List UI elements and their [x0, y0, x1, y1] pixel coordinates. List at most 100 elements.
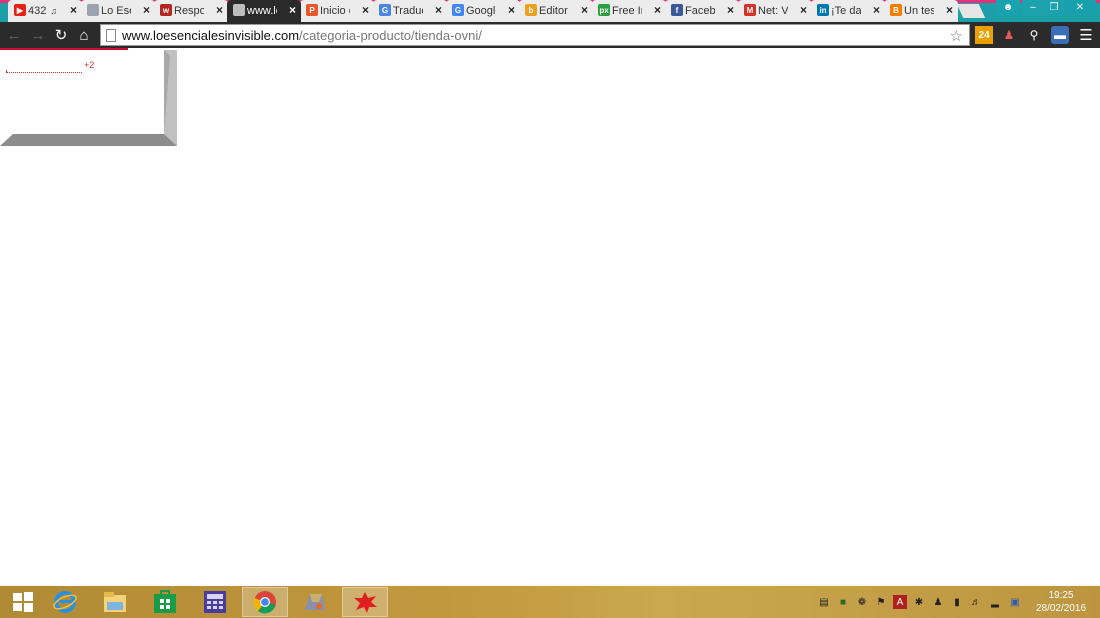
bookmark-star-icon[interactable]: ☆: [950, 27, 963, 45]
file-explorer-icon[interactable]: [92, 587, 138, 617]
close-window-button[interactable]: ✕: [1064, 0, 1096, 15]
tray-adobe-icon[interactable]: A: [893, 595, 907, 609]
tray-windows-icon[interactable]: ▤: [817, 595, 831, 609]
url-path: /categoria-producto/tienda-ovni/: [299, 27, 482, 43]
tab-9[interactable]: pxFree In ×: [592, 0, 666, 22]
close-tab-icon[interactable]: ×: [143, 3, 150, 17]
tray-user-icon[interactable]: ♟: [931, 595, 945, 609]
close-tab-icon[interactable]: ×: [800, 3, 807, 17]
tab-12[interactable]: in¡Te dar ×: [811, 0, 885, 22]
w-icon: w: [160, 4, 172, 16]
store-icon[interactable]: [142, 587, 188, 617]
blogger-icon: B: [890, 4, 902, 16]
reload-button[interactable]: ↻: [51, 26, 71, 44]
facebook-icon: f: [671, 4, 683, 16]
home-button[interactable]: ⌂: [74, 26, 94, 44]
maximize-button[interactable]: ❐: [1044, 0, 1064, 15]
close-tab-icon[interactable]: ×: [289, 3, 296, 17]
close-tab-icon[interactable]: ×: [946, 3, 953, 17]
close-tab-icon[interactable]: ×: [654, 3, 661, 17]
tab-title: Inicio c: [320, 5, 350, 17]
profile-icon[interactable]: ☻: [996, 0, 1020, 15]
tab-title: Net: Vi: [758, 5, 788, 17]
tab-title: Google: [466, 5, 496, 17]
close-tab-icon[interactable]: ×: [435, 3, 442, 17]
close-tab-icon[interactable]: ×: [216, 3, 223, 17]
close-tab-icon[interactable]: ×: [508, 3, 515, 17]
clock-date: 28/02/2016: [1035, 603, 1087, 614]
tab-3[interactable]: wRespon ×: [154, 0, 228, 22]
internet-explorer-icon[interactable]: [42, 587, 88, 617]
address-bar[interactable]: www.loesencialesinvisible.com/categoria-…: [100, 24, 970, 46]
extension-user-icon[interactable]: ♟: [1000, 26, 1018, 44]
tab-8[interactable]: b Editor ×: [519, 0, 593, 22]
clock-time: 19:25: [1048, 590, 1074, 601]
tab-title: Free In: [612, 5, 642, 17]
tab-4[interactable]: www.lo ×: [227, 0, 301, 22]
system-clock[interactable]: 19:25 28/02/2016: [1030, 589, 1092, 615]
tab-7[interactable]: GGoogle ×: [446, 0, 520, 22]
tray-volume-icon[interactable]: ♬: [969, 595, 983, 609]
page-content: +2: [0, 48, 1100, 586]
chrome-icon[interactable]: [242, 587, 288, 617]
youtube-icon: ▶: [14, 4, 26, 16]
tray-app-icon[interactable]: ■: [836, 595, 850, 609]
forward-button[interactable]: →: [28, 26, 48, 44]
dotted-rule: [6, 70, 82, 73]
tab-2[interactable]: Lo Esen ×: [81, 0, 155, 22]
tab-title: Un test: [904, 5, 934, 17]
back-button[interactable]: ←: [4, 26, 24, 44]
page-icon: [106, 28, 116, 42]
counter-label: +2: [84, 60, 95, 70]
extension-card-icon[interactable]: ▬: [1051, 26, 1069, 44]
red-app-icon[interactable]: [342, 587, 388, 617]
tab-title: Facebo: [685, 5, 715, 17]
tab-10[interactable]: fFacebo ×: [665, 0, 739, 22]
generic-page-icon: [233, 4, 245, 16]
gmail-icon: M: [744, 4, 756, 16]
tab-1[interactable]: ▶ 432 ♫ ×: [8, 0, 82, 22]
tab-title: 432: [28, 5, 47, 17]
tray-bluetooth-icon[interactable]: ✱: [912, 595, 926, 609]
tray-network-icon[interactable]: ❁: [855, 595, 869, 609]
new-tab-button[interactable]: [956, 4, 986, 18]
close-tab-icon[interactable]: ×: [70, 3, 77, 17]
tray-battery-icon[interactable]: ▮: [950, 595, 964, 609]
generic-page-icon: [87, 4, 99, 16]
extension-24-icon[interactable]: 24: [975, 26, 993, 44]
tab-title: Respon: [174, 5, 204, 17]
tab-title: Traduc: [393, 5, 423, 17]
app-icon[interactable]: [292, 587, 338, 617]
tab-title: Lo Esen: [101, 5, 131, 17]
close-tab-icon[interactable]: ×: [362, 3, 369, 17]
tab-5[interactable]: PInicio c ×: [300, 0, 374, 22]
close-tab-icon[interactable]: ×: [727, 3, 734, 17]
speaker-icon[interactable]: ♫: [50, 6, 57, 16]
editor-icon: b: [525, 4, 537, 16]
translate-icon: G: [379, 4, 391, 16]
linkedin-icon: in: [817, 4, 829, 16]
tab-13[interactable]: BUn test ×: [884, 0, 958, 22]
tab-6[interactable]: GTraduc ×: [373, 0, 447, 22]
tray-display-icon[interactable]: ▣: [1008, 595, 1022, 609]
search-icon[interactable]: ⚲: [1025, 26, 1043, 44]
browser-toolbar: ← → ↻ ⌂ www.loesencialesinvisible.com/ca…: [0, 22, 1100, 48]
tab-11[interactable]: M Net: Vi ×: [738, 0, 812, 22]
close-tab-icon[interactable]: ×: [581, 3, 588, 17]
calculator-icon[interactable]: [192, 587, 238, 617]
tray-flag-icon[interactable]: ⚑: [874, 595, 888, 609]
px-icon: px: [598, 4, 610, 16]
p-icon: P: [306, 4, 318, 16]
windows-start-icon[interactable]: [0, 587, 46, 617]
menu-icon[interactable]: ☰: [1077, 26, 1095, 44]
tab-title: Editor: [539, 5, 568, 17]
close-tab-icon[interactable]: ×: [873, 3, 880, 17]
tab-title: www.lo: [247, 5, 277, 17]
tab-strip: ▶432♫×Lo Esen×wRespon×www.lo×PInicio c×G…: [0, 0, 1100, 22]
tray-signal-icon[interactable]: ▂: [988, 595, 1002, 609]
url-host: www.loesencialesinvisible.com: [122, 27, 300, 43]
taskbar: ▤ ■ ❁ ⚑ A ✱ ♟ ▮ ♬ ▂ ▣ 19:25 28/02/2016: [0, 586, 1100, 618]
minimize-button[interactable]: –: [1022, 0, 1044, 15]
google-icon: G: [452, 4, 464, 16]
tab-title: ¡Te dar: [831, 5, 861, 17]
